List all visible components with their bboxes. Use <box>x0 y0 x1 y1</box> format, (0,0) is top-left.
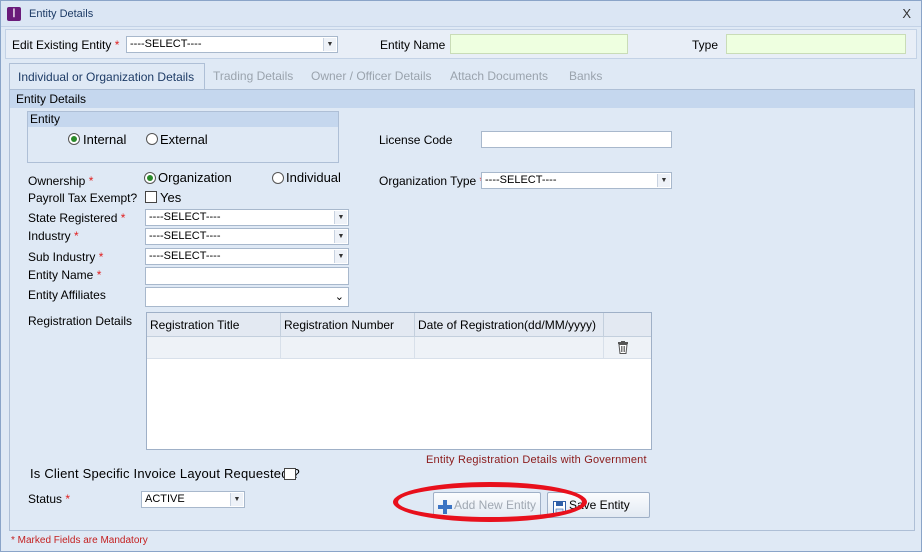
cell-title[interactable] <box>147 337 281 359</box>
mandatory-note: * Marked Fields are Mandatory <box>11 535 148 546</box>
titlebar: ꟾ Entity Details X <box>1 1 921 27</box>
chevron-down-icon: ▼ <box>230 493 243 506</box>
sub-industry-select[interactable]: ----SELECT---- ▼ <box>145 248 349 265</box>
tab-owner-officer[interactable]: Owner / Officer Details <box>303 63 439 89</box>
industry-label: Industry * <box>28 229 79 243</box>
tab-trading-details[interactable]: Trading Details <box>205 63 301 89</box>
state-registered-value: ----SELECT---- <box>149 211 221 223</box>
individual-radio[interactable] <box>272 172 284 184</box>
col-registration-title[interactable]: Registration Title <box>147 313 281 337</box>
status-label: Status * <box>28 492 71 506</box>
trash-icon[interactable] <box>617 341 629 354</box>
internal-label: Internal <box>83 132 127 147</box>
tab-content: Entity Details Entity Internal External … <box>9 89 915 531</box>
tab-attach-documents[interactable]: Attach Documents <box>442 63 556 89</box>
internal-radio[interactable] <box>68 133 80 145</box>
entity-name-label: Entity Name * <box>28 268 102 282</box>
organization-type-value: ----SELECT---- <box>485 174 557 186</box>
entity-affiliates-select[interactable]: ⌄ <box>145 287 349 307</box>
registration-note: Entity Registration Details with Governm… <box>426 454 647 466</box>
payroll-yes-checkbox[interactable] <box>145 191 157 203</box>
status-value: ACTIVE <box>145 493 185 505</box>
type-label: Type <box>692 38 719 52</box>
invoice-layout-label: Is Client Specific Invoice Layout Reques… <box>30 466 300 481</box>
edit-existing-select[interactable]: ----SELECT---- ▼ <box>126 36 338 53</box>
payroll-tax-label: Payroll Tax Exempt? <box>28 191 138 205</box>
tab-bar: Individual or Organization Details Tradi… <box>9 63 909 91</box>
state-registered-select[interactable]: ----SELECT---- ▼ <box>145 209 349 226</box>
section-header: Entity Details <box>10 90 914 108</box>
entity-name-top-input[interactable] <box>450 34 628 54</box>
sub-industry-label: Sub Industry * <box>28 250 104 264</box>
edit-existing-label: Edit Existing Entity * <box>12 38 120 52</box>
chevron-down-icon: ▼ <box>657 174 670 187</box>
entity-affiliates-label: Entity Affiliates <box>28 288 106 302</box>
individual-label: Individual <box>286 170 341 185</box>
license-code-label: License Code <box>379 133 453 147</box>
external-radio[interactable] <box>146 133 158 145</box>
state-registered-label: State Registered * <box>28 211 126 225</box>
entity-group-title: Entity <box>28 112 338 127</box>
organization-label: Organization <box>158 170 232 185</box>
col-actions <box>604 313 651 337</box>
registration-grid: Registration Title Registration Number D… <box>146 312 652 450</box>
app-icon: ꟾ <box>7 7 21 21</box>
organization-type-select[interactable]: ----SELECT---- ▼ <box>481 172 672 189</box>
license-code-input[interactable] <box>481 131 672 148</box>
highlight-ellipse <box>393 482 587 522</box>
top-row: Edit Existing Entity * ----SELECT---- ▼ … <box>5 29 917 59</box>
cell-date[interactable] <box>415 337 604 359</box>
entity-group: Entity Internal External <box>27 111 339 163</box>
industry-select[interactable]: ----SELECT---- ▼ <box>145 228 349 245</box>
chevron-down-icon: ▼ <box>334 230 347 243</box>
type-input[interactable] <box>726 34 906 54</box>
payroll-yes-label: Yes <box>160 190 182 205</box>
entity-name-input[interactable] <box>145 267 349 285</box>
close-icon[interactable]: X <box>902 6 911 21</box>
organization-radio[interactable] <box>144 172 156 184</box>
col-registration-number[interactable]: Registration Number <box>281 313 415 337</box>
cell-number[interactable] <box>281 337 415 359</box>
chevron-down-icon: ▼ <box>323 38 336 51</box>
status-select[interactable]: ACTIVE ▼ <box>141 491 245 508</box>
entity-name-top-label: Entity Name <box>380 38 446 52</box>
external-label: External <box>160 132 208 147</box>
tab-individual-org[interactable]: Individual or Organization Details <box>9 63 205 91</box>
industry-value: ----SELECT---- <box>149 230 221 242</box>
registration-details-label: Registration Details <box>28 314 133 328</box>
table-row[interactable] <box>147 337 651 359</box>
tab-banks[interactable]: Banks <box>561 63 610 89</box>
organization-type-label: Organization Type * <box>379 174 484 188</box>
chevron-down-icon: ▼ <box>334 250 347 263</box>
ownership-label: Ownership * <box>28 174 94 188</box>
edit-existing-value: ----SELECT---- <box>130 38 202 50</box>
chevron-down-icon: ▼ <box>334 211 347 224</box>
entity-details-window: ꟾ Entity Details X Edit Existing Entity … <box>0 0 922 552</box>
sub-industry-value: ----SELECT---- <box>149 250 221 262</box>
registration-grid-header: Registration Title Registration Number D… <box>147 313 651 337</box>
col-registration-date[interactable]: Date of Registration(dd/MM/yyyy) <box>415 313 604 337</box>
chevron-down-icon: ⌄ <box>334 291 344 303</box>
window-title: Entity Details <box>29 8 94 20</box>
invoice-layout-checkbox[interactable] <box>284 468 296 480</box>
